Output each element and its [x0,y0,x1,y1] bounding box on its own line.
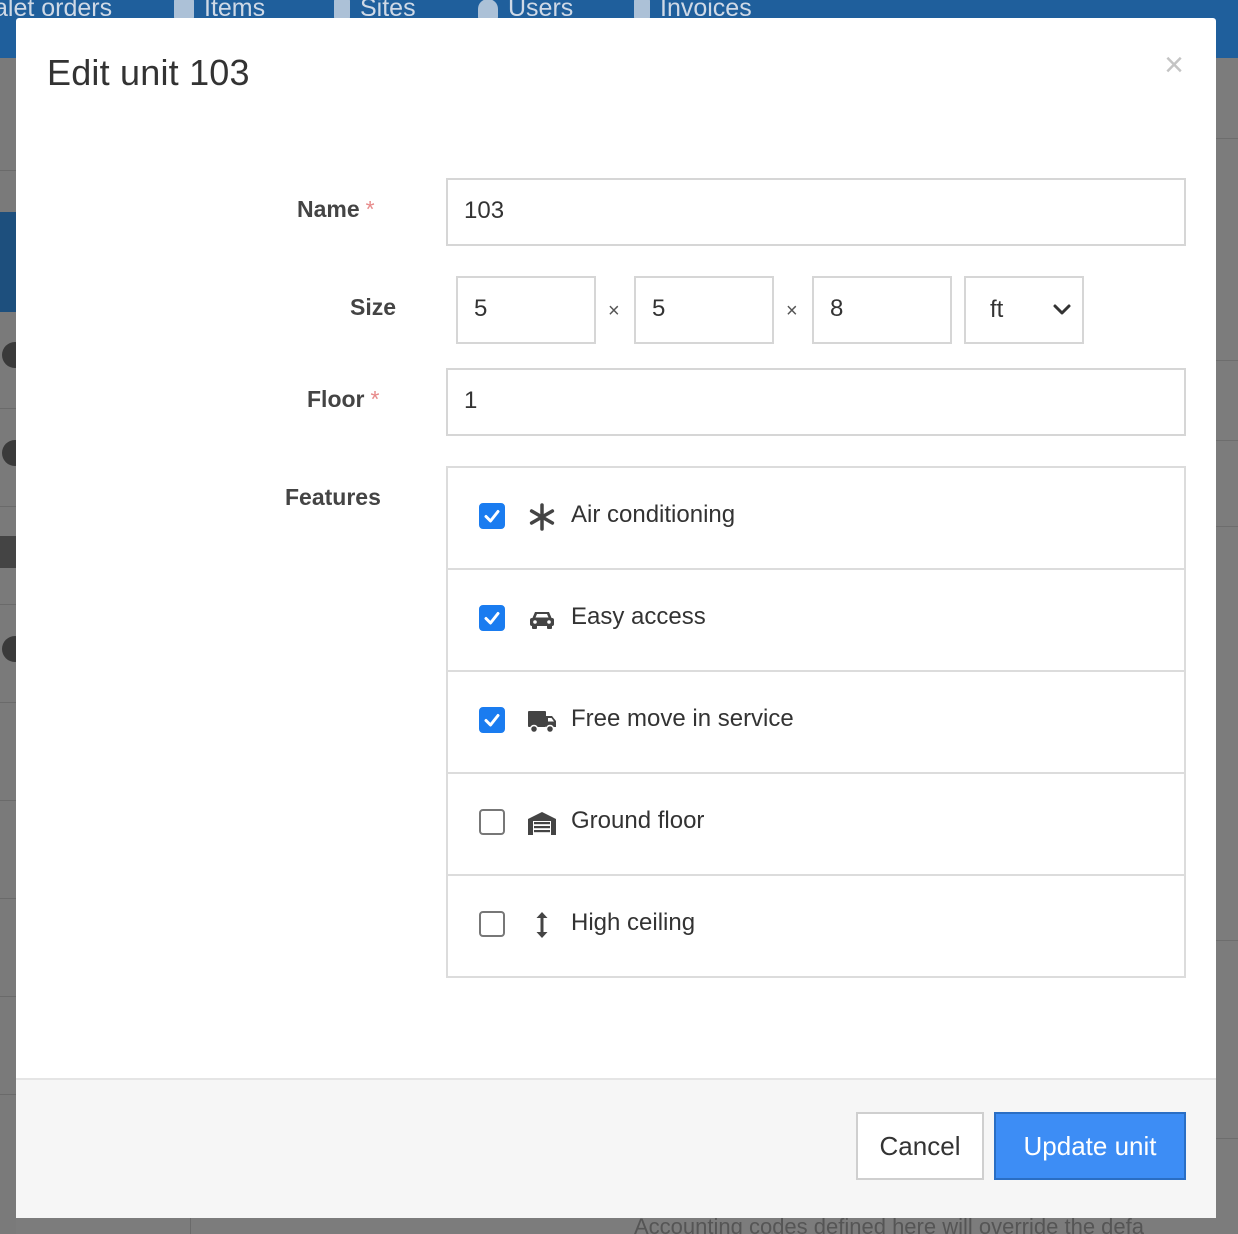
size-unit-value: ft [990,296,1004,323]
divider [0,408,16,409]
divider [1216,1138,1238,1139]
features-label: Features [285,484,381,510]
feature-easy-access[interactable]: Easy access [448,570,1184,672]
divider [0,1094,16,1095]
divider [0,604,16,605]
divider [0,170,16,171]
size-separator: × [608,300,620,322]
high-ceiling-checkbox[interactable] [479,911,505,937]
update-unit-button[interactable]: Update unit [994,1112,1186,1180]
check-icon [484,612,500,625]
free-move-in-checkbox[interactable] [479,707,505,733]
name-label-text: Name [297,196,360,222]
name-input[interactable]: 103 [446,178,1186,246]
modal-footer: Cancel Update unit [16,1078,1216,1218]
divider [1216,360,1238,361]
easy-access-checkbox[interactable] [479,605,505,631]
air-conditioning-checkbox[interactable] [479,503,505,529]
required-indicator: * [365,196,375,222]
feature-label: Easy access [571,603,706,630]
arrows-vertical-icon [536,912,548,938]
size-label: Size [350,294,397,320]
background-active-item [0,212,16,312]
divider [1216,138,1238,139]
divider [0,996,16,997]
feature-air-conditioning[interactable]: Air conditioning [448,468,1184,570]
ground-floor-checkbox[interactable] [479,809,505,835]
feature-label: Ground floor [571,807,705,834]
invoice-icon [634,0,650,19]
divider [1216,440,1238,441]
feature-free-move-in-service[interactable]: Free move in service [448,672,1184,774]
feature-label: Air conditioning [571,501,736,528]
size-unit-select[interactable]: ft [964,276,1084,344]
feature-ground-floor[interactable]: Ground floor [448,774,1184,876]
feature-label: High ceiling [571,909,696,936]
size-width-input[interactable]: 5 [456,276,596,344]
check-icon [484,510,500,523]
edit-unit-modal: Edit unit 103 × Name * 103 Size 5 × 5 × 8… [16,18,1216,1218]
size-height-input[interactable]: 8 [812,276,952,344]
required-indicator: * [370,386,380,412]
building-icon [334,0,350,19]
truck-icon [528,711,556,734]
divider [0,506,16,507]
divider [0,898,16,899]
box-icon [174,0,194,19]
floor-input[interactable]: 1 [446,368,1186,436]
floor-label-text: Floor [307,386,365,412]
close-button[interactable]: × [1160,48,1188,82]
check-icon [484,714,500,727]
name-label: Name * [297,196,375,223]
garage-icon [528,812,556,835]
floor-label: Floor * [307,386,379,413]
divider [0,800,16,801]
cancel-button[interactable]: Cancel [856,1112,984,1180]
user-icon [478,0,498,19]
modal-title: Edit unit 103 [47,52,250,93]
feature-label: Free move in service [571,705,794,732]
car-icon [530,612,554,629]
divider [190,1218,191,1234]
divider [0,702,16,703]
asterisk-icon [529,503,555,531]
divider [1216,940,1238,941]
chevron-down-icon [1053,304,1071,315]
features-list: Air conditioning Easy access Free move i… [446,466,1186,978]
size-separator: × [786,300,798,322]
size-length-input[interactable]: 5 [634,276,774,344]
divider [1216,526,1238,527]
feature-high-ceiling[interactable]: High ceiling [448,876,1184,978]
